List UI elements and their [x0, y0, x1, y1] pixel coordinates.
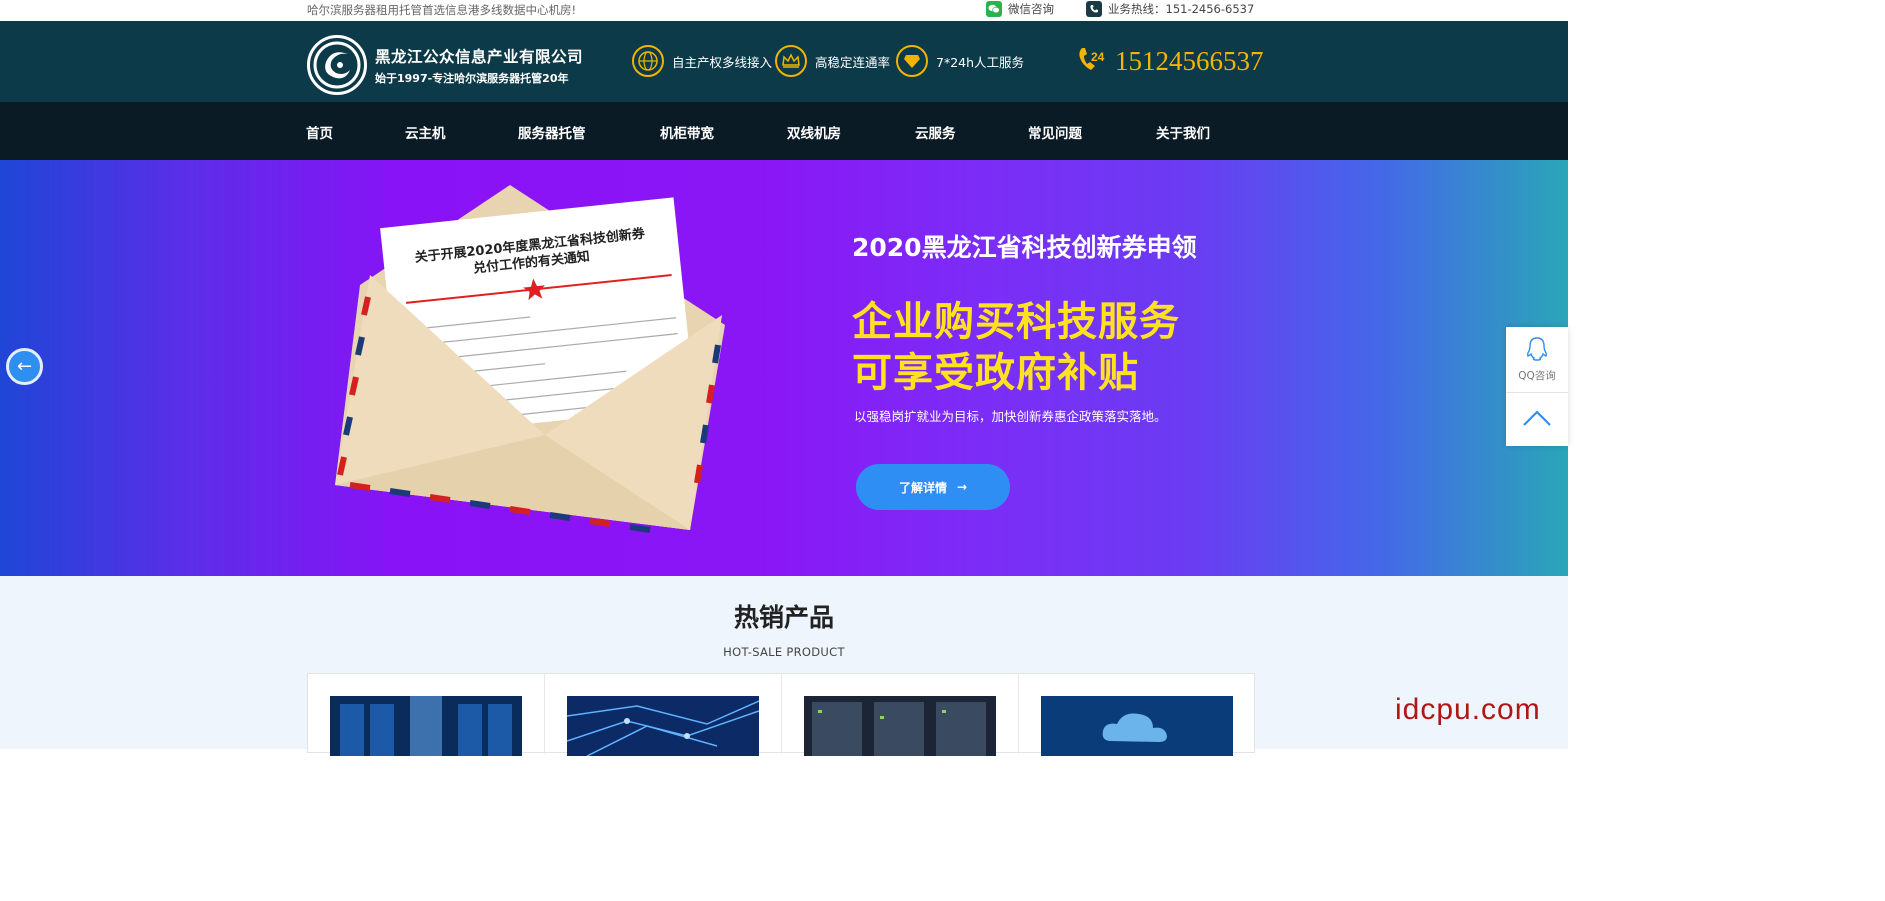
- nav-cloud-service[interactable]: 云服务: [915, 122, 956, 142]
- hotline-text: 业务热线：151-2456-6537: [1108, 2, 1255, 16]
- feature-multiline-label: 自主产权多线接入: [672, 54, 773, 70]
- nav-faq[interactable]: 常见问题: [1028, 122, 1082, 142]
- wechat-icon: [986, 1, 1002, 17]
- arrow-right-icon: →: [956, 480, 968, 494]
- product-image-servers: [804, 696, 996, 756]
- main-nav: 首页 云主机 服务器托管 机柜带宽 双线机房 云服务 常见问题 关于我们: [0, 102, 1568, 160]
- wechat-consult-link[interactable]: 微信咨询: [986, 1, 1054, 17]
- banner-headline-1: 企业购买科技服务: [852, 299, 1180, 345]
- banner-heading: 2020黑龙江省科技创新券申领: [852, 233, 1197, 262]
- envelope-letter-illustration: 关于开展2020年度黑龙江省科技创新券 兑付工作的有关通知: [335, 185, 725, 533]
- feature-multiline: 自主产权多线接入: [632, 45, 772, 77]
- product-cards: [307, 673, 1256, 756]
- diamond-icon: [896, 45, 928, 77]
- globe-icon: [632, 45, 664, 77]
- site-watermark: idcpu.com: [1395, 693, 1541, 726]
- banner-description: 以强稳岗扩就业为目标，加快创新券惠企政策落实落地。: [854, 409, 1167, 424]
- learn-more-button[interactable]: 了解详情 →: [856, 464, 1010, 510]
- qq-icon: [1524, 336, 1550, 366]
- product-card[interactable]: [1019, 674, 1256, 756]
- svg-text:24: 24: [1091, 50, 1105, 64]
- hot-products-section: 热销产品 HOT-SALE PRODUCT: [0, 576, 1568, 756]
- hot-products-title: 热销产品: [733, 603, 834, 632]
- hotline: 业务热线：151-2456-6537: [1086, 1, 1254, 17]
- hotline-phone-big[interactable]: 24 15124566537: [1077, 44, 1264, 78]
- company-logo[interactable]: [307, 35, 367, 95]
- nav-dual-line-datacenter[interactable]: 双线机房: [787, 122, 841, 142]
- qq-consult-button[interactable]: QQ咨询: [1506, 327, 1568, 393]
- wechat-consult-label: 微信咨询: [1008, 2, 1054, 16]
- nav-cloud-host[interactable]: 云主机: [405, 122, 446, 142]
- hot-products-subtitle: HOT-SALE PRODUCT: [723, 645, 845, 659]
- qq-consult-label: QQ咨询: [1518, 370, 1556, 382]
- phone-24h-icon: 24: [1077, 44, 1111, 78]
- feature-service-label: 7*24h人工服务: [936, 54, 1025, 70]
- site-header: 黑龙江公众信息产业有限公司 始于1997-专注哈尔滨服务器托管20年 自主产权多…: [0, 21, 1568, 102]
- phone-icon: [1086, 1, 1102, 17]
- hotline-phone-number: 15124566537: [1115, 45, 1264, 76]
- feature-service: 7*24h人工服务: [896, 45, 1024, 77]
- product-card[interactable]: [782, 674, 1019, 756]
- nav-about-us[interactable]: 关于我们: [1156, 122, 1210, 142]
- product-image-datacenter: [330, 696, 522, 756]
- product-image-cloud: [1041, 696, 1233, 756]
- nav-cabinet-bandwidth[interactable]: 机柜带宽: [660, 122, 714, 142]
- product-image-network: [567, 696, 759, 756]
- company-tagline: 始于1997-专注哈尔滨服务器托管20年: [375, 72, 569, 85]
- learn-more-label: 了解详情: [898, 480, 947, 495]
- feature-stability-label: 高稳定连通率: [815, 54, 891, 70]
- chevron-up-icon: [1522, 409, 1552, 431]
- arrow-left-icon: ←: [16, 356, 33, 377]
- site-slogan: 哈尔滨服务器租用托管首选信息港多线数据中心机房!: [307, 3, 577, 17]
- nav-home[interactable]: 首页: [306, 122, 333, 142]
- product-card[interactable]: [545, 674, 782, 756]
- back-to-top-button[interactable]: [1506, 394, 1568, 446]
- company-name: 黑龙江公众信息产业有限公司: [375, 49, 584, 66]
- nav-server-hosting[interactable]: 服务器托管: [518, 122, 586, 142]
- banner-headline-2: 可享受政府补贴: [852, 350, 1139, 396]
- product-card[interactable]: [308, 674, 545, 756]
- crown-icon: [775, 45, 807, 77]
- hero-banner: 关于开展2020年度黑龙江省科技创新券 兑付工作的有关通知 2020黑龙江省科技…: [0, 160, 1568, 576]
- top-utility-bar: 哈尔滨服务器租用托管首选信息港多线数据中心机房! 微信咨询 业务热线：151-2…: [0, 0, 1568, 21]
- feature-stability: 高稳定连通率: [775, 45, 890, 77]
- banner-prev-button[interactable]: ←: [6, 348, 43, 385]
- side-float-panel: QQ咨询: [1506, 327, 1568, 446]
